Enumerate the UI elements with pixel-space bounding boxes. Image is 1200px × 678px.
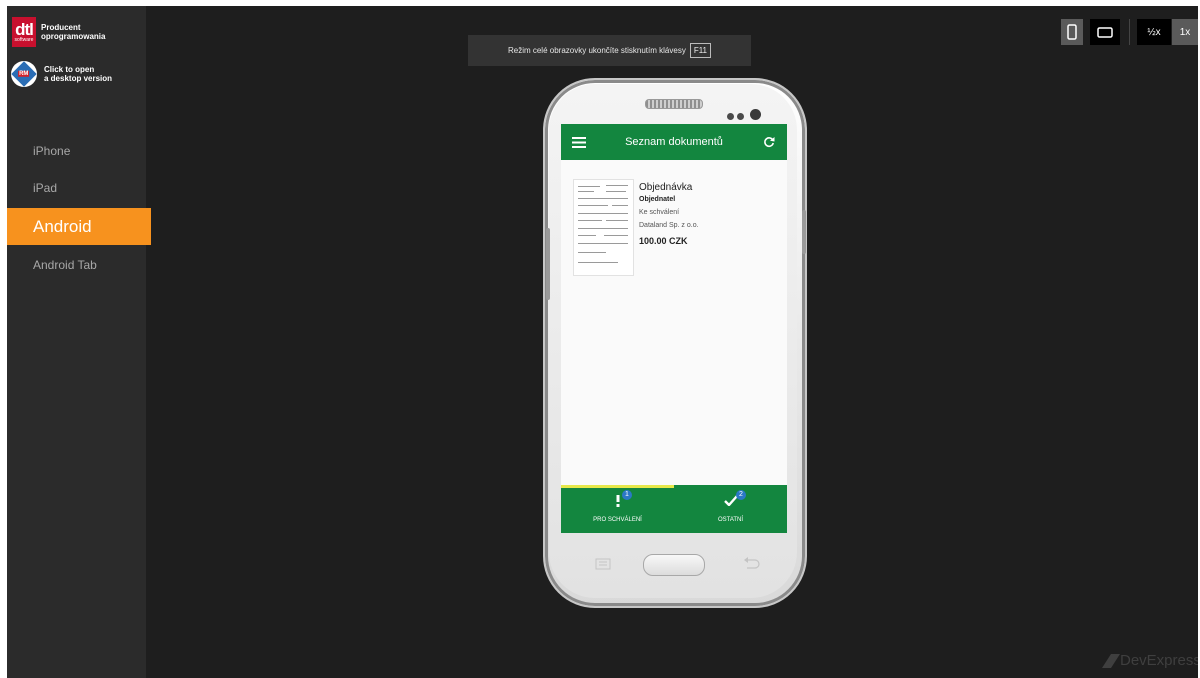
half-scale-button[interactable]: ½x bbox=[1137, 19, 1171, 45]
tab-ostatni[interactable]: 2 OSTATNÍ bbox=[674, 485, 787, 533]
desktop-line2: a desktop version bbox=[44, 74, 113, 83]
devexpress-logo-icon bbox=[1102, 653, 1120, 668]
power-button bbox=[802, 210, 806, 254]
tab-pro-schvaleni[interactable]: 1 PRO SCHVÁLENÍ bbox=[561, 485, 674, 533]
sidebar-item-iphone[interactable]: iPhone bbox=[7, 144, 151, 158]
fullscreen-notice-text: Režim celé obrazovky ukončíte stisknutím… bbox=[507, 46, 686, 55]
document-list-item[interactable]: Objednávka Objednatel Ke schválení Datal… bbox=[573, 179, 787, 279]
toolbar-divider bbox=[1129, 19, 1130, 45]
phone-speaker bbox=[645, 99, 703, 109]
dtl-logo-subtext: software bbox=[14, 37, 34, 43]
sidebar-item-android-tab[interactable]: Android Tab bbox=[7, 258, 151, 272]
hamburger-menu-icon bbox=[572, 136, 586, 148]
dtl-logo: dtl software bbox=[12, 17, 36, 47]
desktop-version-link[interactable]: RM Click to open a desktop version bbox=[11, 61, 112, 87]
document-thumbnail bbox=[573, 179, 634, 276]
exclamation-icon bbox=[616, 495, 619, 507]
document-amount: 100.00 CZK bbox=[639, 236, 688, 246]
tab-badge-pro-schvaleni: 1 bbox=[622, 490, 632, 500]
landscape-phone-icon bbox=[1097, 26, 1113, 38]
home-button[interactable] bbox=[643, 554, 705, 576]
tab-badge-ostatni: 2 bbox=[736, 490, 746, 500]
landscape-button[interactable] bbox=[1090, 19, 1120, 45]
rm-logo-icon: RM bbox=[11, 61, 37, 87]
sensor-1 bbox=[727, 113, 734, 120]
desktop-version-text: Click to open a desktop version bbox=[44, 65, 112, 83]
rm-logo-text: RM bbox=[18, 71, 30, 77]
menu-button[interactable] bbox=[561, 136, 597, 148]
tab-label-ostatni: OSTATNÍ bbox=[717, 517, 744, 523]
document-type: Objednávka bbox=[639, 182, 693, 193]
tab-label-pro-schvaleni: PRO SCHVÁLENÍ bbox=[593, 517, 642, 523]
brand-tagline: Producent oprogramowania bbox=[41, 23, 105, 41]
refresh-button[interactable] bbox=[751, 136, 787, 148]
phone-screen: Seznam dokumentů Objednávka Objednatel K… bbox=[561, 124, 787, 533]
menu-key-icon[interactable] bbox=[595, 558, 611, 570]
bottom-tab-bar: 1 PRO SCHVÁLENÍ 2 OSTATNÍ bbox=[561, 485, 787, 533]
refresh-icon bbox=[764, 137, 775, 148]
volume-button bbox=[546, 228, 550, 300]
devexpress-watermark-text: DevExpress bbox=[1120, 652, 1198, 669]
dtl-logo-text: dtl bbox=[15, 20, 34, 39]
brand-tagline-line1: Producent bbox=[41, 22, 81, 32]
fullscreen-notice: Režim celé obrazovky ukončíte stisknutím… bbox=[468, 35, 751, 66]
app-title: Seznam dokumentů bbox=[625, 136, 723, 148]
document-company: Dataland Sp. z o.o. bbox=[639, 222, 699, 229]
app-header: Seznam dokumentů bbox=[561, 124, 787, 160]
f11-key-label: F11 bbox=[689, 43, 712, 58]
full-scale-button[interactable]: 1x bbox=[1172, 19, 1198, 45]
sensor-2 bbox=[737, 113, 744, 120]
sidebar-item-ipad[interactable]: iPad bbox=[7, 181, 151, 195]
portrait-phone-icon bbox=[1067, 24, 1077, 40]
document-party: Objednatel bbox=[639, 196, 676, 203]
portrait-button[interactable] bbox=[1061, 19, 1083, 45]
brand-tagline-line2: oprogramowania bbox=[41, 32, 106, 41]
desktop-line1: Click to open bbox=[44, 64, 95, 74]
document-status: Ke schválení bbox=[639, 209, 680, 216]
back-key-icon[interactable] bbox=[743, 557, 761, 569]
front-camera bbox=[750, 109, 761, 120]
sidebar-item-android[interactable]: Android bbox=[7, 208, 151, 245]
document-details: Objednávka Objednatel Ke schválení Datal… bbox=[639, 179, 699, 246]
devexpress-watermark: DevExpress bbox=[1102, 652, 1198, 669]
device-sidebar: dtl software Producent oprogramowania RM… bbox=[7, 6, 151, 678]
producer-brand[interactable]: dtl software Producent oprogramowania bbox=[12, 17, 105, 47]
